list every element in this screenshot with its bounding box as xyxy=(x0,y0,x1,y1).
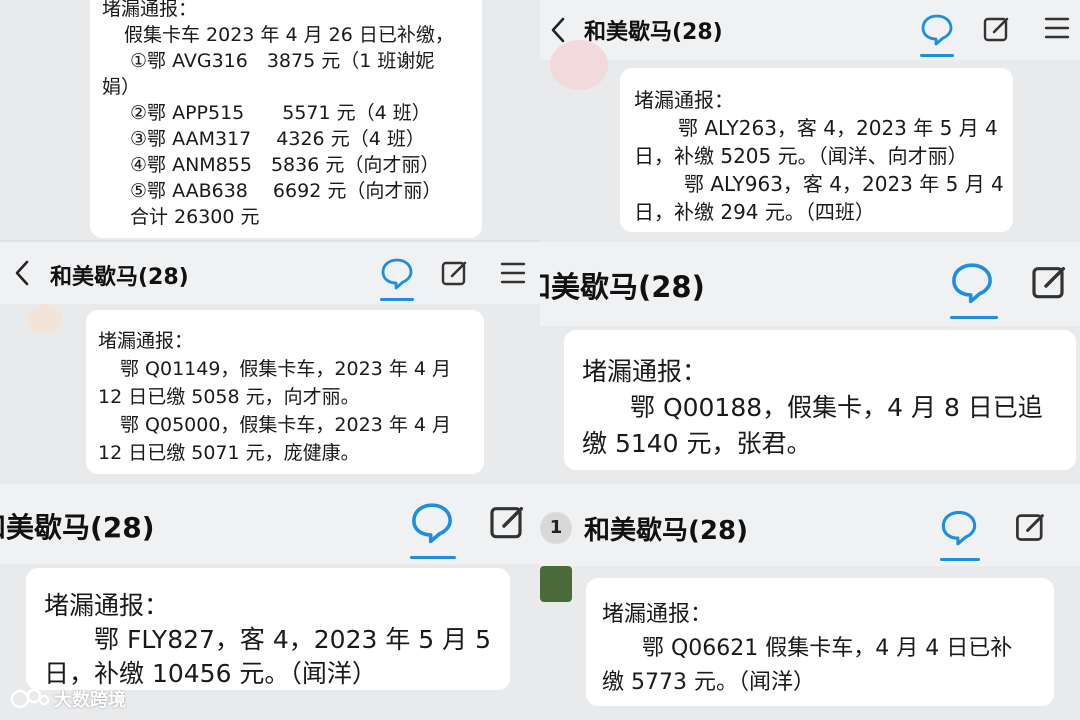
chat-header: 1 和美歇马(28) xyxy=(540,484,1080,566)
message-line: 日，补缴 294 元。（四班） xyxy=(634,200,875,224)
tab-underline xyxy=(940,558,980,561)
watermark-logo-icon xyxy=(10,688,50,709)
tab-underline xyxy=(410,556,456,559)
avatar xyxy=(540,566,572,602)
chat-panel-2: 和美歇马(28) 堵漏通报： 鄂 ALY263，客 4，2023 年 5 月 4… xyxy=(540,0,1080,242)
message-line: 12 日已缴 5071 元，庞健康。 xyxy=(98,442,360,464)
message-line: ⑤鄂 AAB638 6692 元（向才丽） xyxy=(130,180,442,202)
message-bubble: 堵漏通报： 假集卡车 2023 年 4 月 26 日已补缴， ①鄂 AVG316… xyxy=(90,0,482,238)
edit-icon[interactable] xyxy=(488,502,528,542)
watermark: 大数跨境 xyxy=(10,686,126,712)
chat-header: 和美歇马(28) xyxy=(540,242,1080,326)
menu-icon[interactable] xyxy=(1044,16,1070,40)
message-line: 鄂 Q06621 假集卡车，4 月 4 日已补 xyxy=(642,636,1013,661)
chat-header: 和美歇马(28) xyxy=(0,242,540,304)
edit-icon[interactable] xyxy=(1030,262,1070,302)
tab-underline xyxy=(950,316,998,319)
message-line: 缴 5773 元。（闻洋） xyxy=(602,670,815,695)
chevron-left-icon[interactable] xyxy=(12,259,32,287)
message-line: 鄂 ALY963，客 4，2023 年 5 月 4 xyxy=(684,172,1004,196)
chat-bubble-icon[interactable] xyxy=(940,508,978,546)
tab-underline xyxy=(920,54,954,57)
chat-bubble-icon[interactable] xyxy=(950,260,994,304)
edit-icon[interactable] xyxy=(440,258,470,288)
message-line: 合计 26300 元 xyxy=(130,206,260,228)
chevron-left-icon[interactable] xyxy=(548,16,568,44)
chat-panel-6: 1 和美歇马(28) 堵漏通报： 鄂 Q06621 假集卡车，4 月 4 日已补… xyxy=(540,484,1080,720)
message-bubble: 堵漏通报： 鄂 Q06621 假集卡车，4 月 4 日已补 缴 5773 元。（… xyxy=(586,578,1054,706)
edit-icon[interactable] xyxy=(982,14,1012,44)
edit-icon[interactable] xyxy=(1014,510,1048,544)
message-bubble: 堵漏通报： 鄂 Q01149，假集卡车，2023 年 4 月 12 日已缴 50… xyxy=(86,310,484,474)
chat-bubble-icon[interactable] xyxy=(920,12,954,46)
message-bubble: 堵漏通报： 鄂 FLY827，客 4，2023 年 5 月 5 日，补缴 104… xyxy=(26,568,510,690)
unread-badge[interactable]: 1 xyxy=(540,512,572,544)
message-line: ④鄂 ANM855 5836 元（向才丽） xyxy=(130,154,440,176)
message-line: ②鄂 APP515 5571 元（4 班） xyxy=(130,102,431,124)
message-line: 堵漏通报： xyxy=(102,0,198,20)
message-line: 12 日已缴 5058 元，向才丽。 xyxy=(98,386,360,408)
avatar xyxy=(28,304,62,334)
chat-panel-1: 堵漏通报： 假集卡车 2023 年 4 月 26 日已补缴， ①鄂 AVG316… xyxy=(0,0,540,240)
message-line: 娟） xyxy=(102,76,141,98)
message-line: 鄂 Q00188，假集卡，4 月 8 日已追 xyxy=(630,393,1043,422)
message-line: 鄂 FLY827，客 4，2023 年 5 月 5 xyxy=(94,625,491,654)
avatar xyxy=(550,40,608,90)
chat-bubble-icon[interactable] xyxy=(410,500,454,544)
chat-header: 和美歇马(28) xyxy=(540,0,1080,60)
message-line: ①鄂 AVG316 3875 元（1 班谢妮 xyxy=(130,50,435,72)
chat-title: 和美歇马(28) xyxy=(584,20,723,45)
chat-title: 和美歇马(28) xyxy=(540,270,705,304)
message-line: 堵漏通报： xyxy=(44,591,170,620)
chat-bubble-icon[interactable] xyxy=(380,256,414,290)
message-line: 假集卡车 2023 年 4 月 26 日已补缴， xyxy=(124,24,454,46)
chat-title: 和美歇马(28) xyxy=(50,265,189,290)
message-line: 堵漏通报： xyxy=(582,357,708,386)
watermark-text: 大数跨境 xyxy=(54,690,126,711)
chat-panel-3: 和美歇马(28) 堵漏通报： 鄂 Q01149，假集卡车，2023 年 4 月 … xyxy=(0,242,540,484)
tab-underline xyxy=(380,298,414,301)
message-line: 鄂 ALY263，客 4，2023 年 5 月 4 xyxy=(678,116,998,140)
message-line: 日，补缴 10456 元。（闻洋） xyxy=(44,659,377,688)
message-line: 鄂 Q05000，假集卡车，2023 年 4 月 xyxy=(120,414,451,436)
message-line: ③鄂 AAM317 4326 元（4 班） xyxy=(130,128,425,150)
chat-title: 和美歇马(28) xyxy=(0,511,155,544)
message-line: 缴 5140 元，张君。 xyxy=(582,429,812,458)
message-bubble: 堵漏通报： 鄂 ALY263，客 4，2023 年 5 月 4 日，补缴 520… xyxy=(620,68,1013,232)
message-line: 日，补缴 5205 元。（闻洋、向才丽） xyxy=(634,144,968,168)
chat-panel-5: 和美歇马(28) 堵漏通报： 鄂 FLY827，客 4，2023 年 5 月 5… xyxy=(0,484,540,720)
message-line: 堵漏通报： xyxy=(602,602,713,627)
message-bubble: 堵漏通报： 鄂 Q00188，假集卡，4 月 8 日已追 缴 5140 元，张君… xyxy=(564,330,1076,470)
chat-header: 和美歇马(28) xyxy=(0,484,540,564)
message-line: 鄂 Q01149，假集卡车，2023 年 4 月 xyxy=(120,358,451,380)
chat-panel-4: 和美歇马(28) 堵漏通报： 鄂 Q00188，假集卡，4 月 8 日已追 缴 … xyxy=(540,242,1080,484)
menu-icon[interactable] xyxy=(500,261,526,285)
chat-title: 和美歇马(28) xyxy=(584,516,748,546)
message-line: 堵漏通报： xyxy=(634,88,734,112)
message-line: 堵漏通报： xyxy=(98,330,194,352)
